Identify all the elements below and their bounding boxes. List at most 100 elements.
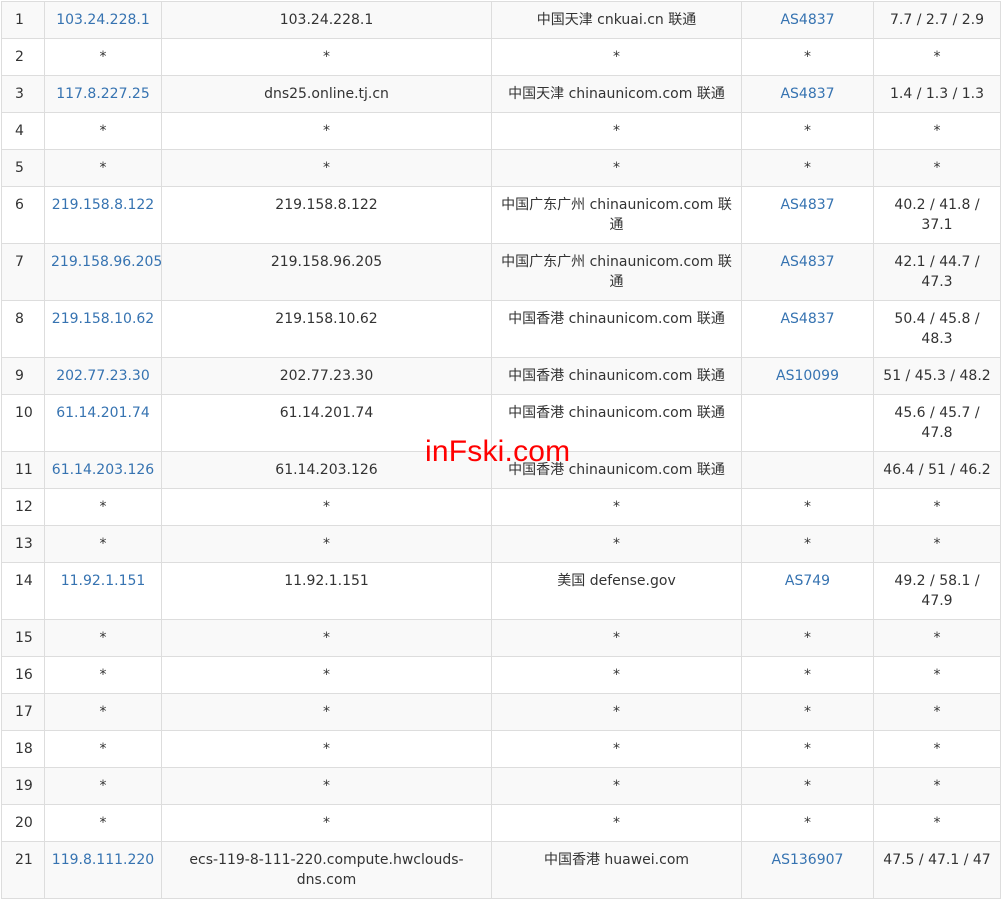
- asn-text: *: [804, 123, 811, 139]
- hostname-cell: *: [161, 656, 492, 694]
- hostname-text: 61.14.203.126: [275, 462, 378, 478]
- ip-address-link[interactable]: 117.8.227.25: [56, 86, 150, 102]
- asn-cell: [741, 394, 874, 452]
- location-cell: 中国香港 huawei.com: [491, 841, 742, 899]
- location-text: *: [613, 741, 620, 757]
- hop-number-text: 4: [15, 123, 24, 139]
- hop-number-cell: 13: [1, 525, 45, 563]
- ip-address-link[interactable]: 219.158.10.62: [52, 311, 154, 327]
- hostname-text: 202.77.23.30: [279, 368, 374, 384]
- location-text: 美国 defense.gov: [557, 573, 676, 589]
- ip-address-link[interactable]: 103.24.228.1: [56, 12, 150, 28]
- rtt-times-text: *: [933, 49, 941, 65]
- ip-address-cell: 61.14.203.126: [44, 451, 162, 489]
- hostname-cell: *: [161, 767, 492, 805]
- table-row: 15 * * * * *: [1, 619, 1001, 657]
- hostname-text: *: [323, 499, 330, 515]
- ip-address-link[interactable]: 11.92.1.151: [61, 573, 146, 589]
- hop-number-text: 21: [15, 852, 33, 868]
- asn-cell: [741, 451, 874, 489]
- asn-link[interactable]: AS4837: [780, 254, 834, 270]
- hostname-text: *: [323, 160, 330, 176]
- location-text: *: [613, 160, 620, 176]
- asn-link[interactable]: AS4837: [780, 197, 834, 213]
- asn-cell: AS4837: [741, 1, 874, 39]
- location-text: *: [613, 778, 620, 794]
- asn-link[interactable]: AS10099: [776, 368, 839, 384]
- asn-cell: *: [741, 730, 874, 768]
- table-row: 2 * * * * *: [1, 38, 1001, 76]
- hop-number-cell: 10: [1, 394, 45, 452]
- hop-number-cell: 12: [1, 488, 45, 526]
- asn-link[interactable]: AS4837: [780, 86, 834, 102]
- ip-address-text: *: [99, 123, 107, 139]
- location-text: 中国广东广州 chinaunicom.com 联通: [501, 254, 732, 290]
- hop-number-cell: 11: [1, 451, 45, 489]
- hostname-cell: 219.158.96.205: [161, 243, 492, 301]
- asn-text: *: [804, 741, 811, 757]
- rtt-times-cell: *: [873, 619, 1001, 657]
- asn-link[interactable]: AS4837: [780, 12, 834, 28]
- ip-address-text: *: [99, 49, 107, 65]
- hop-number-text: 2: [15, 49, 24, 65]
- location-text: 中国香港 chinaunicom.com 联通: [508, 405, 725, 421]
- hop-number-text: 11: [15, 462, 33, 478]
- location-text: *: [613, 536, 620, 552]
- ip-address-cell: *: [44, 767, 162, 805]
- rtt-times-cell: 40.2 / 41.8 / 37.1: [873, 186, 1001, 244]
- ip-address-text: *: [99, 630, 107, 646]
- asn-link[interactable]: AS749: [785, 573, 830, 589]
- ip-address-link[interactable]: 219.158.96.205: [51, 254, 162, 270]
- hop-number-text: 17: [15, 704, 33, 720]
- hostname-cell: 219.158.8.122: [161, 186, 492, 244]
- table-row: 7 219.158.96.205 219.158.96.205 中国广东广州 chin…: [1, 243, 1001, 301]
- hostname-cell: *: [161, 112, 492, 150]
- asn-text: *: [804, 499, 811, 515]
- location-text: *: [613, 815, 620, 831]
- asn-cell: AS136907: [741, 841, 874, 899]
- ip-address-text: *: [99, 704, 107, 720]
- asn-cell: AS4837: [741, 75, 874, 113]
- ip-address-link[interactable]: 219.158.8.122: [52, 197, 154, 213]
- asn-cell: *: [741, 38, 874, 76]
- hop-number-text: 13: [15, 536, 33, 552]
- rtt-times-text: *: [933, 815, 941, 831]
- ip-address-link[interactable]: 202.77.23.30: [56, 368, 150, 384]
- location-text: *: [613, 667, 620, 683]
- hop-number-text: 15: [15, 630, 33, 646]
- location-text: *: [613, 499, 620, 515]
- asn-text: *: [804, 704, 811, 720]
- table-row: 17 * * * * *: [1, 693, 1001, 731]
- hostname-cell: *: [161, 730, 492, 768]
- ip-address-link[interactable]: 61.14.203.126: [52, 462, 154, 478]
- rtt-times-cell: *: [873, 693, 1001, 731]
- location-cell: *: [491, 112, 742, 150]
- ip-address-link[interactable]: 119.8.111.220: [52, 852, 154, 868]
- table-row: 3 117.8.227.25 dns25.online.tj.cn 中国天津 chin…: [1, 75, 1001, 113]
- hostname-cell: 103.24.228.1: [161, 1, 492, 39]
- ip-address-cell: 219.158.8.122: [44, 186, 162, 244]
- hop-number-text: 14: [15, 573, 33, 589]
- rtt-times-cell: *: [873, 149, 1001, 187]
- hostname-text: 219.158.10.62: [275, 311, 378, 327]
- asn-link[interactable]: AS136907: [772, 852, 844, 868]
- rtt-times-text: 45.6 / 45.7 / 47.8: [894, 405, 980, 441]
- hostname-text: *: [323, 123, 330, 139]
- hop-number-cell: 8: [1, 300, 45, 358]
- asn-cell: AS4837: [741, 300, 874, 358]
- asn-text: *: [804, 667, 811, 683]
- hop-number-cell: 6: [1, 186, 45, 244]
- location-cell: *: [491, 656, 742, 694]
- ip-address-cell: 103.24.228.1: [44, 1, 162, 39]
- asn-link[interactable]: AS4837: [780, 311, 834, 327]
- rtt-times-cell: *: [873, 730, 1001, 768]
- hostname-cell: ecs-119-8-111-220.compute.hwclouds-dns.c…: [161, 841, 492, 899]
- hostname-text: 61.14.201.74: [279, 405, 374, 421]
- hop-number-cell: 19: [1, 767, 45, 805]
- ip-address-cell: 219.158.96.205: [44, 243, 162, 301]
- asn-text: *: [804, 536, 811, 552]
- hostname-cell: *: [161, 804, 492, 842]
- ip-address-link[interactable]: 61.14.201.74: [56, 405, 150, 421]
- location-text: 中国天津 chinaunicom.com 联通: [508, 86, 725, 102]
- table-row: 19 * * * * *: [1, 767, 1001, 805]
